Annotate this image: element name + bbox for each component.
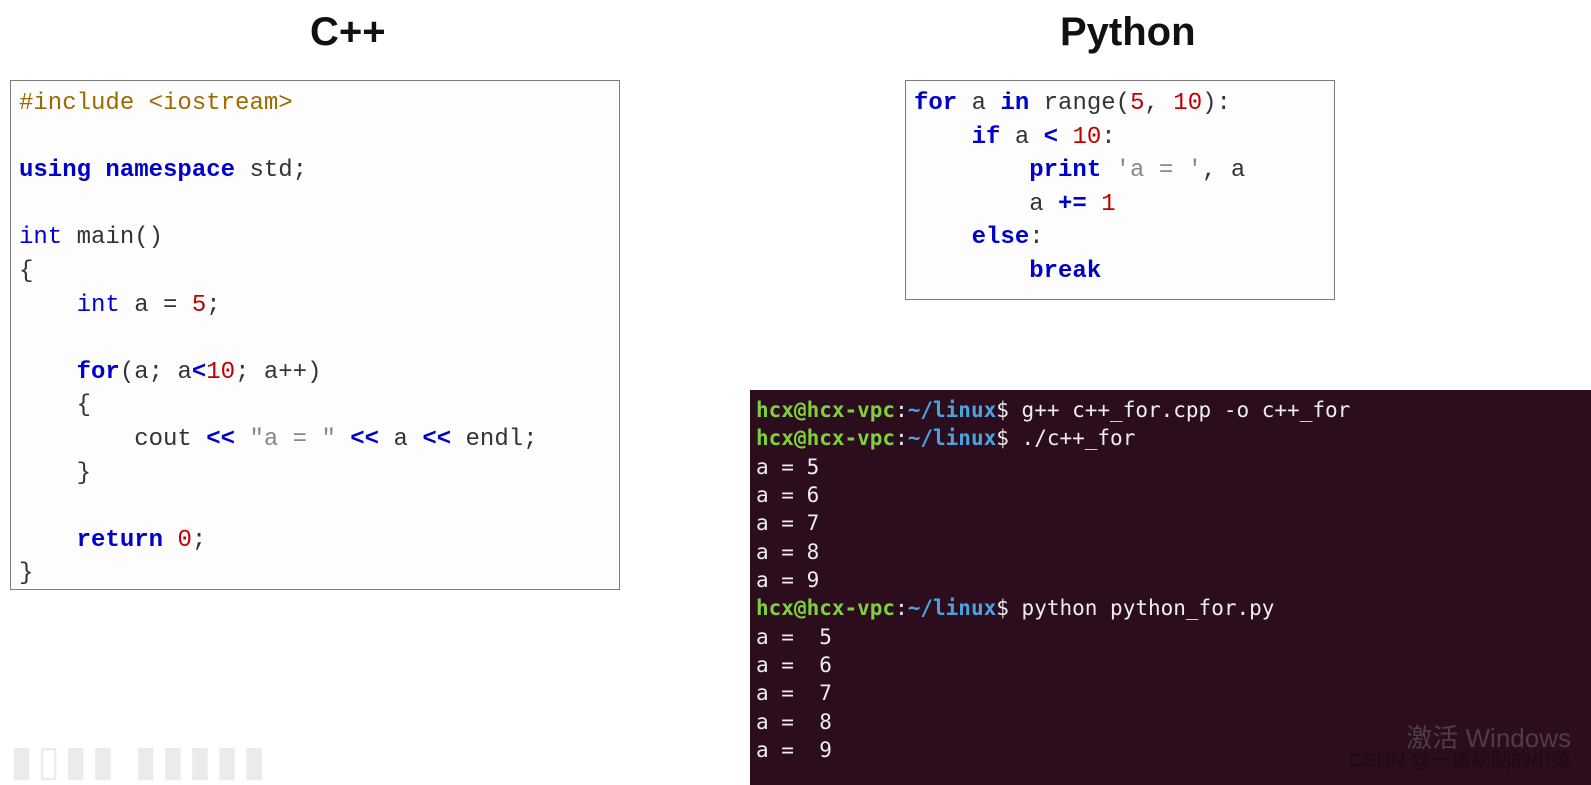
- terminal-out-cpp-1: a = 6: [756, 483, 819, 507]
- heading-cpp: C++: [310, 10, 386, 55]
- python-code-block: for a in range(5, 10): if a < 10: print …: [905, 80, 1335, 300]
- terminal-out-cpp-3: a = 8: [756, 540, 819, 564]
- terminal-cmd-gpp: g++ c++_for.cpp -o c++_for: [1022, 398, 1351, 422]
- terminal-out-cpp-0: a = 5: [756, 455, 819, 479]
- terminal-out-py-0: a = 5: [756, 625, 832, 649]
- heading-python: Python: [1060, 10, 1196, 55]
- terminal-cmd-run-cpp: ./c++_for: [1022, 426, 1136, 450]
- terminal-out-py-1: a = 6: [756, 653, 832, 677]
- terminal-out-cpp-4: a = 9: [756, 568, 819, 592]
- terminal-out-py-2: a = 7: [756, 681, 832, 705]
- terminal-out-py-3: a = 8: [756, 710, 832, 734]
- cpp-line-include: #include: [19, 90, 149, 117]
- terminal-out-cpp-2: a = 7: [756, 511, 819, 535]
- terminal-path: ~/linux: [908, 398, 997, 422]
- terminal-out-py-4: a = 9: [756, 738, 832, 762]
- terminal-cmd-run-py: python python_for.py: [1022, 596, 1275, 620]
- watermark-csdn-author: CSDN @一道秘制的小菜: [1348, 744, 1571, 773]
- cpp-code-block: #include <iostream> using namespace std;…: [10, 80, 620, 590]
- terminal-user: hcx@hcx-vpc: [756, 398, 895, 422]
- watermark-csdn-logo: ▮▯▮▮ ▮▮▮▮▮: [10, 736, 270, 785]
